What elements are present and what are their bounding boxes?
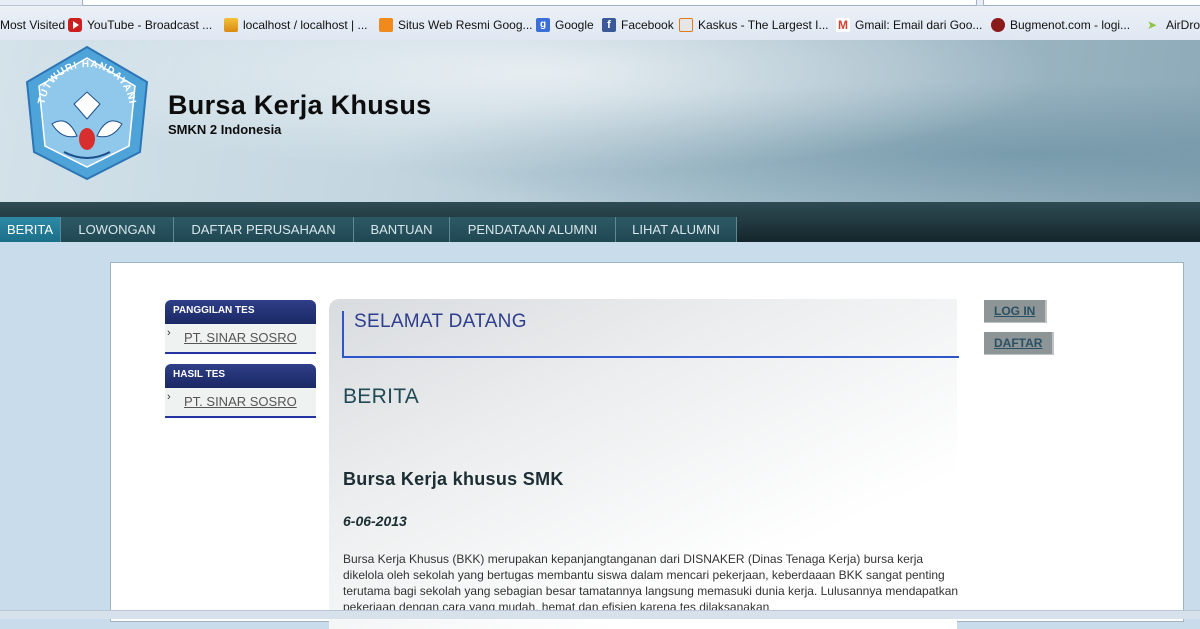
bookmark-most-visited[interactable]: Most Visited — [0, 16, 65, 34]
blogger-icon — [379, 18, 393, 32]
site-title: Bursa Kerja Khusus — [168, 90, 432, 120]
bookmark-localhost[interactable]: localhost / localhost | ... — [224, 16, 368, 34]
browser-search-bar[interactable] — [983, 0, 1200, 6]
google-icon: g — [536, 18, 550, 32]
bookmark-situs-web[interactable]: Situs Web Resmi Goog... — [379, 16, 533, 34]
content-area: SELAMAT DATANG BERITA Bursa Kerja khusus… — [329, 299, 959, 629]
site-subtitle: SMKN 2 Indonesia — [168, 122, 282, 137]
bookmark-label: localhost / localhost | ... — [243, 18, 368, 32]
bookmark-google[interactable]: g Google — [536, 16, 594, 34]
article-body: Bursa Kerja Khusus (BKK) merupakan kepan… — [343, 552, 959, 614]
article-title: Bursa Kerja khusus SMK — [343, 469, 564, 489]
bookmark-kaskus[interactable]: Kaskus - The Largest I... — [679, 16, 829, 34]
sidebar-box-title: PANGGILAN TES — [165, 300, 316, 324]
login-button[interactable]: LOG IN — [984, 300, 1048, 323]
bookmark-airdroid[interactable]: ➤ AirDro — [1147, 16, 1200, 34]
tutwuri-handayani-logo: TUTWURI HANDAYANI — [25, 45, 149, 181]
site-header: TUTWURI HANDAYANI Bursa Kerja Khusus SMK… — [0, 40, 1200, 202]
main-panel: PANGGILAN TES › PT. SINAR SOSRO HASIL TE… — [110, 262, 1184, 629]
bookmark-bugmenot[interactable]: Bugmenot.com - logi... — [991, 16, 1130, 34]
address-bar[interactable] — [82, 0, 977, 6]
sidebar-link[interactable]: PT. SINAR SOSRO — [184, 394, 297, 409]
bookmark-label: Gmail: Email dari Goo... — [855, 18, 983, 32]
welcome-box: SELAMAT DATANG — [342, 311, 959, 358]
kaskus-icon — [679, 18, 693, 32]
bookmark-facebook[interactable]: f Facebook — [602, 16, 674, 34]
bookmark-label: Kaskus - The Largest I... — [698, 18, 829, 32]
bookmark-label: Facebook — [621, 18, 674, 32]
bookmark-label: Google — [555, 18, 594, 32]
bookmark-gmail[interactable]: M Gmail: Email dari Goo... — [836, 16, 982, 34]
nav-tab-lowongan[interactable]: LOWONGAN — [61, 217, 174, 242]
nav-tab-pendataan-alumni[interactable]: PENDATAAN ALUMNI — [450, 217, 616, 242]
sidebar-box-title: HASIL TES — [165, 364, 316, 388]
section-title: BERITA — [343, 385, 420, 408]
airdroid-icon: ➤ — [1147, 18, 1158, 32]
gmail-icon: M — [836, 18, 850, 32]
bookmark-label: Most Visited — [0, 18, 66, 32]
sidebar-link[interactable]: PT. SINAR SOSRO — [184, 330, 297, 345]
nav-tab-daftar-perusahaan[interactable]: DAFTAR PERUSAHAAN — [174, 217, 354, 242]
sidebar-box-panggilan-tes: PANGGILAN TES › PT. SINAR SOSRO — [165, 300, 316, 354]
nav-tab-bantuan[interactable]: BANTUAN — [354, 217, 450, 242]
nav-tab-lihat-alumni[interactable]: LIHAT ALUMNI — [616, 217, 737, 242]
list-item: › PT. SINAR SOSRO — [165, 388, 316, 418]
facebook-icon: f — [602, 18, 616, 32]
pma-icon — [224, 18, 238, 32]
bookmark-label: AirDro — [1166, 18, 1200, 32]
bookmark-label: Situs Web Resmi Goog... — [398, 18, 533, 32]
bugmenot-icon — [991, 18, 1005, 32]
bookmark-label: Bugmenot.com - logi... — [1010, 18, 1131, 32]
chevron-right-icon: › — [167, 327, 171, 339]
welcome-heading: SELAMAT DATANG — [354, 311, 527, 332]
chevron-right-icon: › — [167, 391, 171, 403]
bookmark-youtube[interactable]: YouTube - Broadcast ... — [68, 16, 212, 34]
sidebar-box-hasil-tes: HASIL TES › PT. SINAR SOSRO — [165, 364, 316, 418]
youtube-icon — [68, 18, 82, 32]
bookmarks-toolbar: Most Visited YouTube - Broadcast ... loc… — [0, 0, 1200, 41]
nav-tab-berita[interactable]: BERITA — [0, 217, 61, 242]
bookmark-label: YouTube - Broadcast ... — [87, 18, 213, 32]
list-item: › PT. SINAR SOSRO — [165, 324, 316, 354]
main-nav: BERITA LOWONGAN DAFTAR PERUSAHAAN BANTUA… — [0, 202, 1200, 242]
article-date: 6-06-2013 — [343, 513, 407, 529]
register-button[interactable]: DAFTAR — [984, 332, 1055, 355]
